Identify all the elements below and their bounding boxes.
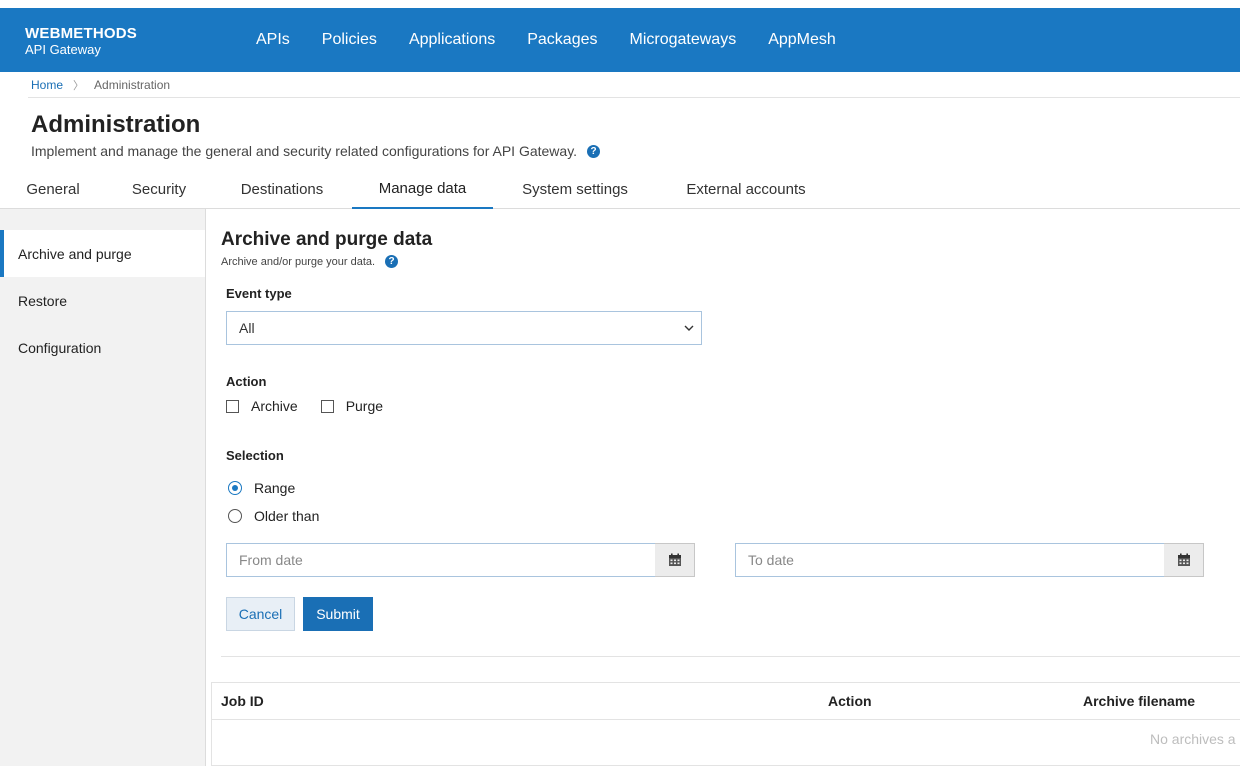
archive-purge-panel: Archive and purge data Archive and/or pu… bbox=[206, 209, 1240, 766]
nav-apis[interactable]: APIs bbox=[240, 31, 306, 49]
selection-label: Selection bbox=[226, 448, 284, 463]
submit-button[interactable]: Submit bbox=[303, 597, 373, 631]
archive-checkbox-label[interactable]: Archive bbox=[251, 398, 298, 414]
tab-external-accounts[interactable]: External accounts bbox=[669, 170, 823, 209]
to-date-calendar-button[interactable] bbox=[1164, 543, 1204, 577]
breadcrumb-divider bbox=[28, 97, 1240, 98]
older-than-radio[interactable] bbox=[228, 509, 242, 523]
chevron-down-icon bbox=[684, 325, 694, 331]
brand-product: API Gateway bbox=[25, 42, 101, 57]
page-description-text: Implement and manage the general and sec… bbox=[31, 143, 578, 159]
brand-logo[interactable]: WEBMETHODS API Gateway bbox=[25, 26, 137, 56]
column-header-job-id[interactable]: Job ID bbox=[221, 693, 264, 709]
tab-system-settings[interactable]: System settings bbox=[507, 170, 643, 209]
top-navigation-bar: WEBMETHODS API Gateway APIs Policies App… bbox=[0, 8, 1240, 72]
to-date-input[interactable]: To date bbox=[735, 543, 1165, 577]
breadcrumb-separator: 〉 bbox=[73, 80, 85, 92]
purge-checkbox-label[interactable]: Purge bbox=[346, 398, 383, 414]
calendar-icon bbox=[668, 553, 681, 566]
browser-top-strip bbox=[0, 0, 1240, 8]
tab-security[interactable]: Security bbox=[115, 170, 203, 209]
brand-name: WEBMETHODS bbox=[25, 25, 137, 42]
event-type-value: All bbox=[239, 320, 255, 336]
page-title: Administration bbox=[31, 111, 201, 138]
tab-general[interactable]: General bbox=[14, 170, 92, 209]
archives-table: Job ID Action Archive filename No archiv… bbox=[211, 682, 1240, 766]
archive-checkbox[interactable] bbox=[226, 399, 239, 413]
range-radio-label[interactable]: Range bbox=[254, 480, 295, 496]
older-than-radio-label[interactable]: Older than bbox=[254, 508, 319, 524]
page-description: Implement and manage the general and sec… bbox=[31, 143, 601, 159]
nav-packages[interactable]: Packages bbox=[511, 31, 613, 49]
range-radio-option[interactable]: Range bbox=[228, 480, 295, 496]
nav-policies[interactable]: Policies bbox=[306, 31, 393, 49]
table-header: Job ID Action Archive filename bbox=[212, 683, 1240, 720]
help-icon[interactable]: ? bbox=[385, 255, 399, 268]
nav-microgateways[interactable]: Microgateways bbox=[613, 31, 752, 49]
action-options: Archive Purge bbox=[226, 398, 383, 414]
table-empty-message: No archives a bbox=[1150, 731, 1236, 747]
nav-appmesh[interactable]: AppMesh bbox=[752, 31, 852, 49]
sidebar-item-configuration[interactable]: Configuration bbox=[0, 324, 205, 371]
section-description-text: Archive and/or purge your data. bbox=[221, 255, 376, 268]
range-radio[interactable] bbox=[228, 481, 242, 495]
column-header-archive-filename[interactable]: Archive filename bbox=[1083, 693, 1195, 709]
action-label: Action bbox=[226, 374, 267, 389]
breadcrumb: Home 〉 Administration bbox=[31, 77, 170, 93]
nav-applications[interactable]: Applications bbox=[393, 31, 511, 49]
breadcrumb-home[interactable]: Home bbox=[31, 78, 63, 92]
event-type-select[interactable]: All bbox=[226, 311, 702, 345]
older-than-radio-option[interactable]: Older than bbox=[228, 508, 319, 524]
calendar-icon bbox=[1177, 553, 1190, 566]
breadcrumb-current: Administration bbox=[94, 78, 171, 92]
event-type-label: Event type bbox=[226, 286, 292, 301]
section-title: Archive and purge data bbox=[221, 229, 433, 250]
purge-checkbox[interactable] bbox=[320, 399, 334, 413]
main-nav: APIs Policies Applications Packages Micr… bbox=[240, 8, 852, 72]
help-icon[interactable]: ? bbox=[587, 144, 601, 158]
section-divider bbox=[221, 656, 1240, 657]
column-header-action[interactable]: Action bbox=[828, 693, 872, 709]
tab-manage-data[interactable]: Manage data bbox=[352, 170, 493, 209]
from-date-calendar-button[interactable] bbox=[655, 543, 695, 577]
sidebar-item-archive-and-purge[interactable]: Archive and purge bbox=[0, 230, 205, 277]
sidebar-item-restore[interactable]: Restore bbox=[0, 277, 205, 324]
manage-data-sidebar: Archive and purge Restore Configuration bbox=[0, 209, 206, 766]
admin-tabs: General Security Destinations Manage dat… bbox=[0, 170, 1240, 209]
section-description: Archive and/or purge your data. ? bbox=[221, 255, 399, 268]
from-date-input[interactable]: From date bbox=[226, 543, 656, 577]
tab-destinations[interactable]: Destinations bbox=[226, 170, 338, 209]
cancel-button[interactable]: Cancel bbox=[226, 597, 295, 631]
